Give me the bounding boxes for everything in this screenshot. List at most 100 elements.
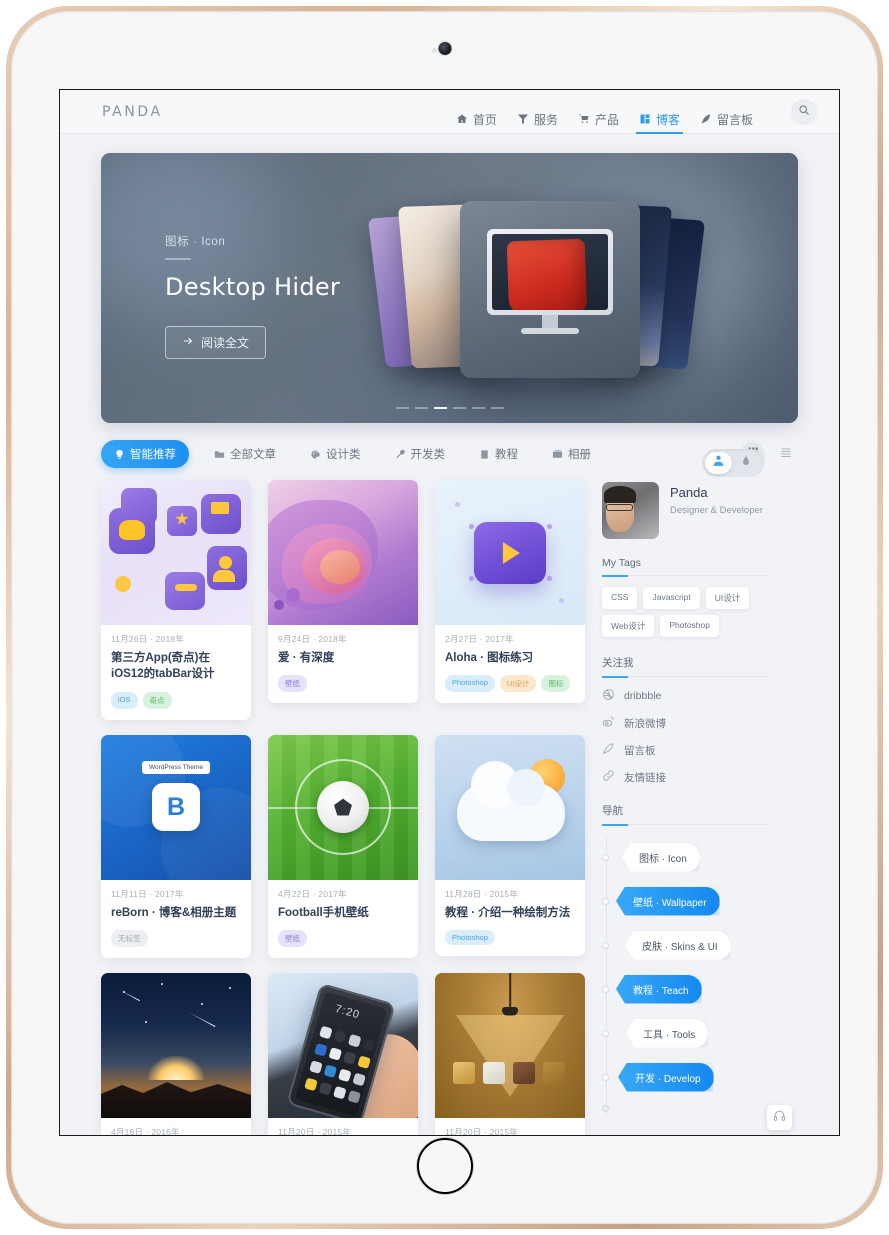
card-date: 4月22日 · 2017年: [278, 888, 347, 899]
arrow-right-icon: [182, 335, 194, 350]
nav-flag-wallpaper[interactable]: 壁纸 · Wallpaper: [616, 886, 720, 916]
card-tag[interactable]: 壁纸: [278, 929, 307, 947]
carousel-dot[interactable]: [395, 407, 409, 409]
carousel-dot[interactable]: [490, 407, 504, 409]
carousel-dot-active[interactable]: [433, 407, 447, 409]
timeline-row: 壁纸 · Wallpaper: [602, 879, 768, 923]
nav-heading: 导航: [602, 803, 768, 826]
article-card[interactable]: 11月20日 · 2015年 OrgRar · WinRAR主题 Photosh…: [435, 972, 585, 1135]
card-tag[interactable]: 壁纸: [278, 675, 307, 693]
card-date: 2月27日 · 2017年: [445, 634, 514, 644]
article-card-grid: 11月26日 · 2018年 第三方App(奇点)在iOS12的tabBar设计…: [101, 480, 585, 1136]
filter-chip-tutorials[interactable]: 教程: [470, 440, 527, 468]
article-card[interactable]: 11月26日 · 2018年 第三方App(奇点)在iOS12的tabBar设计…: [101, 480, 251, 720]
follow-link-guestbook[interactable]: 留言板: [602, 742, 768, 758]
filter-chip-smart-recommend[interactable]: 智能推荐: [101, 440, 189, 468]
hero-carousel[interactable]: 图标 · Icon Desktop Hider 阅读全文: [101, 153, 798, 423]
imac-screen: [492, 234, 608, 310]
article-card[interactable]: 4月22日 · 2017年 Football手机壁纸 壁纸: [268, 734, 418, 958]
profile-block: Panda Designer & Developer: [602, 480, 768, 539]
follow-link-label: 留言板: [624, 744, 656, 757]
search-button[interactable]: [791, 98, 817, 125]
nav-flag-teach[interactable]: 教程 · Teach: [616, 974, 702, 1004]
card-tags: 壁纸: [278, 929, 408, 947]
article-card[interactable]: 9月24日 · 2018年 爱 · 有深度 壁纸: [268, 480, 418, 704]
follow-link-friends[interactable]: 友情链接: [602, 769, 768, 785]
card-tag[interactable]: Photoshop: [445, 675, 495, 693]
article-card[interactable]: 7:20 11月20日 · 2015年 flyme手机主题 Photoshop …: [268, 972, 418, 1136]
music-player-button[interactable]: [767, 1105, 792, 1131]
card-tag[interactable]: 图标: [541, 675, 571, 693]
sidebar-tag[interactable]: UI设计: [705, 587, 750, 609]
filter-label: 相册: [568, 449, 591, 461]
card-body: 9月24日 · 2018年 爱 · 有深度 壁纸: [268, 625, 418, 703]
carousel-dot[interactable]: [414, 407, 428, 409]
my-tags-heading: My Tags: [602, 557, 768, 577]
card-tag[interactable]: 奇点: [142, 691, 172, 709]
sidebar-tag[interactable]: CSS: [602, 587, 638, 609]
timeline-dot: [602, 853, 609, 861]
article-card[interactable]: 2月27日 · 2017年 Aloha · 图标练习 Photoshop UI设…: [435, 480, 585, 704]
sidebar: Panda Designer & Developer My Tags CSS J…: [602, 449, 792, 1135]
card-body: 11月28日 · 2015年 教程 · 介绍一种绘制方法 Photoshop: [435, 880, 585, 956]
card-body: 11月26日 · 2018年 第三方App(奇点)在iOS12的tabBar设计…: [101, 625, 251, 720]
card-tag[interactable]: 无标签: [111, 929, 148, 947]
card-tag[interactable]: Photoshop: [445, 929, 495, 945]
timeline-row: 教程 · Teach: [602, 967, 768, 1011]
follow-link-dribbble[interactable]: dribbble: [602, 688, 768, 704]
site-logo[interactable]: PANDA: [102, 104, 163, 120]
nav-item-home[interactable]: 首页: [456, 90, 497, 134]
card-date: 11月20日 · 2015年: [278, 1126, 352, 1136]
sidebar-tag[interactable]: Web设计: [602, 615, 655, 637]
theme-mode-button[interactable]: [732, 452, 759, 474]
timeline-row: 皮肤 · Skins & UI: [602, 923, 768, 967]
lamp-cord: [509, 972, 511, 1009]
card-thumbnail: [435, 972, 585, 1118]
article-card[interactable]: 11月28日 · 2015年 教程 · 介绍一种绘制方法 Photoshop: [435, 734, 585, 956]
filter-chip-design[interactable]: 设计类: [301, 440, 370, 468]
card-date: 11月11日 · 2017年: [111, 888, 184, 899]
nav-flag-tools[interactable]: 工具 · Tools: [626, 1018, 709, 1048]
home-button[interactable]: [416, 1138, 473, 1194]
timeline-dot: [602, 941, 609, 949]
nav-item-services[interactable]: 服务: [517, 90, 558, 134]
filter-chip-all-articles[interactable]: 全部文章: [205, 440, 285, 468]
follow-link-label: 友情链接: [624, 771, 666, 784]
nav-flag-icon[interactable]: 图标 · Icon: [622, 842, 700, 872]
card-body: 11月20日 · 2015年 OrgRar · WinRAR主题 Photosh…: [435, 1118, 585, 1135]
sidebar-mode-toggle[interactable]: [702, 449, 764, 477]
device-bezel: PANDA 首页 服务 产品 博客 留言板 图标 · Icon Desktop …: [11, 11, 878, 1224]
card-title: 第三方App(奇点)在iOS12的tabBar设计: [111, 652, 215, 681]
nav-flag-skins[interactable]: 皮肤 · Skins & UI: [625, 930, 731, 960]
hero-read-more-button[interactable]: 阅读全文: [165, 325, 267, 359]
nav-item-products[interactable]: 产品: [578, 90, 619, 134]
filter-chip-development[interactable]: 开发类: [386, 440, 455, 468]
nav-item-blog[interactable]: 博客: [635, 90, 684, 134]
carousel-dot[interactable]: [471, 407, 485, 409]
card-date: 4月16日 · 2016年: [111, 1126, 180, 1136]
sidebar-tag[interactable]: Javascript: [643, 587, 700, 609]
filter-chip-album[interactable]: 相册: [543, 440, 600, 468]
card-tag[interactable]: iOS: [111, 691, 138, 709]
sidebar-tag[interactable]: Photoshop: [660, 615, 719, 637]
card-tag[interactable]: UI设计: [499, 675, 537, 693]
card-date: 11月28日 · 2015年: [445, 888, 519, 899]
profile-name: Panda: [670, 485, 708, 500]
nav-flag-develop[interactable]: 开发 · Develop: [618, 1062, 714, 1092]
carousel-indicators[interactable]: [395, 407, 504, 409]
card-thumbnail: WordPress Theme B: [101, 734, 251, 880]
video-icon-illustration: [474, 521, 546, 584]
pen-icon: [602, 742, 615, 758]
nav-item-guestbook[interactable]: 留言板: [700, 90, 753, 134]
card-thumbnail: [435, 480, 585, 625]
carousel-dot[interactable]: [452, 407, 466, 409]
avatar[interactable]: [602, 482, 659, 539]
hero-text-block: 图标 · Icon Desktop Hider 阅读全文: [165, 233, 340, 359]
content-area: 11月26日 · 2018年 第三方App(奇点)在iOS12的tabBar设计…: [101, 449, 798, 1136]
user-mode-button[interactable]: [705, 452, 732, 474]
bulb-icon: [114, 449, 125, 460]
article-card[interactable]: WordPress Theme B 11月11日 · 2017年 reBorn …: [101, 734, 251, 958]
article-card[interactable]: 4月16日 · 2016年 私藏壁纸一张 壁纸: [101, 972, 251, 1136]
follow-link-weibo[interactable]: 新浪微博: [602, 715, 768, 731]
list-view-button[interactable]: [773, 442, 798, 467]
